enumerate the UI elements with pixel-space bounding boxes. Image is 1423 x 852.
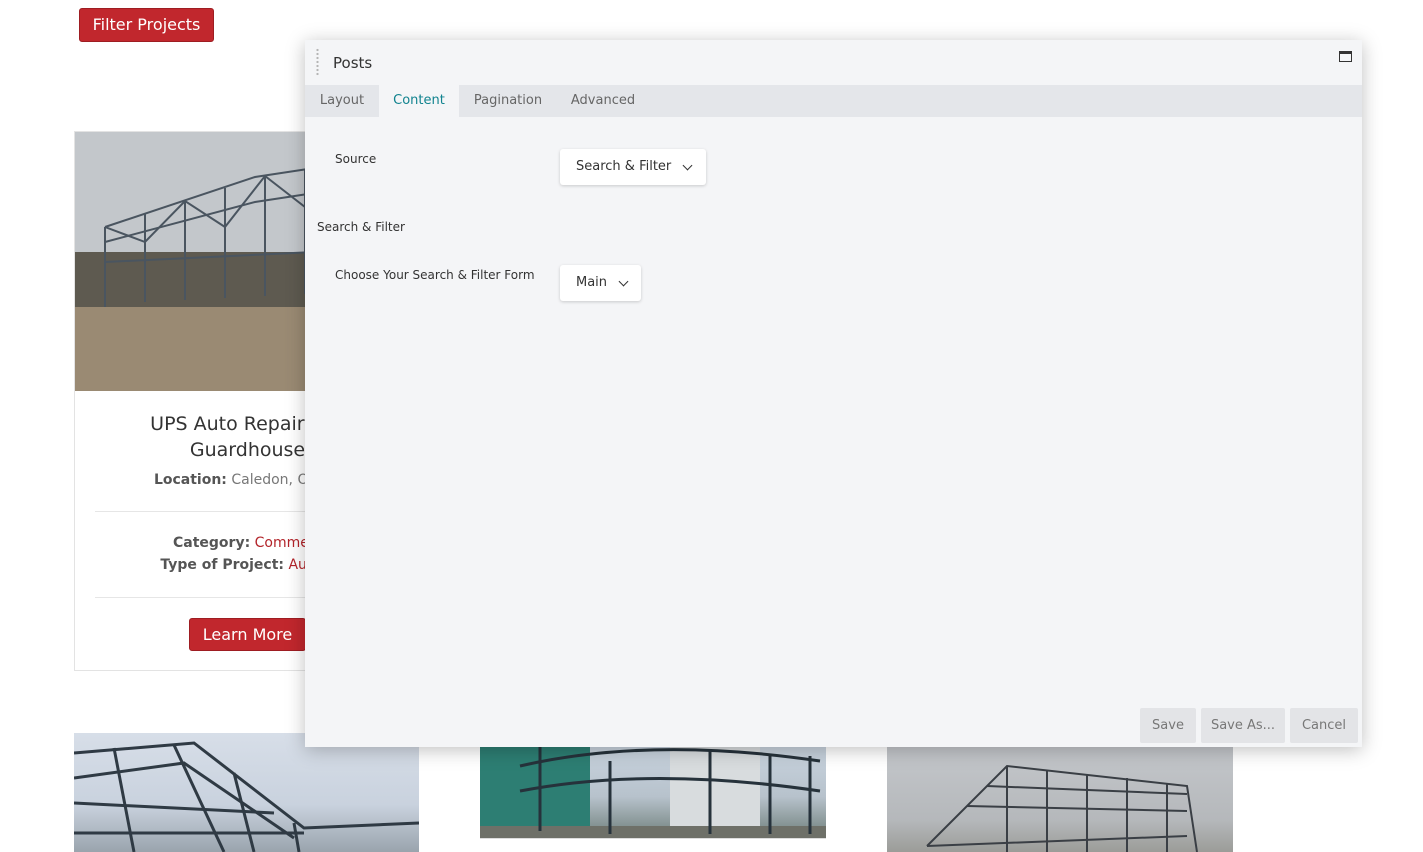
section-title: Search & Filter: [317, 220, 405, 234]
project-thumbnail[interactable]: [74, 733, 419, 852]
type-label: Type of Project:: [160, 557, 285, 573]
chevron-down-icon: [618, 276, 629, 287]
location-label: Location:: [153, 472, 227, 488]
learn-more-button[interactable]: Learn More: [189, 618, 306, 651]
tab-pagination[interactable]: Pagination: [459, 85, 557, 117]
filter-projects-button[interactable]: Filter Projects: [79, 8, 214, 42]
form-select-value: Main: [576, 275, 608, 290]
posts-settings-dialog: Posts Layout Content Pagination Advanced…: [305, 40, 1362, 747]
dialog-title: Posts: [333, 54, 373, 72]
tab-bar: Layout Content Pagination Advanced: [305, 85, 1362, 117]
maximize-icon[interactable]: [1339, 51, 1352, 62]
source-select[interactable]: Search & Filter: [560, 149, 706, 185]
save-as-button[interactable]: Save As...: [1201, 708, 1285, 743]
tab-layout[interactable]: Layout: [305, 85, 379, 117]
category-label: Category:: [172, 535, 251, 551]
tab-advanced[interactable]: Advanced: [557, 85, 649, 117]
project-thumbnail[interactable]: [480, 746, 826, 839]
tab-content[interactable]: Content: [379, 85, 459, 117]
dialog-header[interactable]: Posts: [305, 40, 1362, 85]
chevron-down-icon: [682, 160, 693, 171]
source-select-value: Search & Filter: [576, 159, 672, 174]
form-select-label: Choose Your Search & Filter Form: [335, 268, 535, 282]
cancel-button[interactable]: Cancel: [1290, 708, 1358, 743]
drag-handle-icon[interactable]: [315, 48, 320, 76]
project-thumbnail[interactable]: [887, 746, 1233, 852]
source-label: Source: [335, 152, 377, 166]
save-button[interactable]: Save: [1140, 708, 1196, 743]
search-filter-form-select[interactable]: Main: [560, 265, 641, 301]
